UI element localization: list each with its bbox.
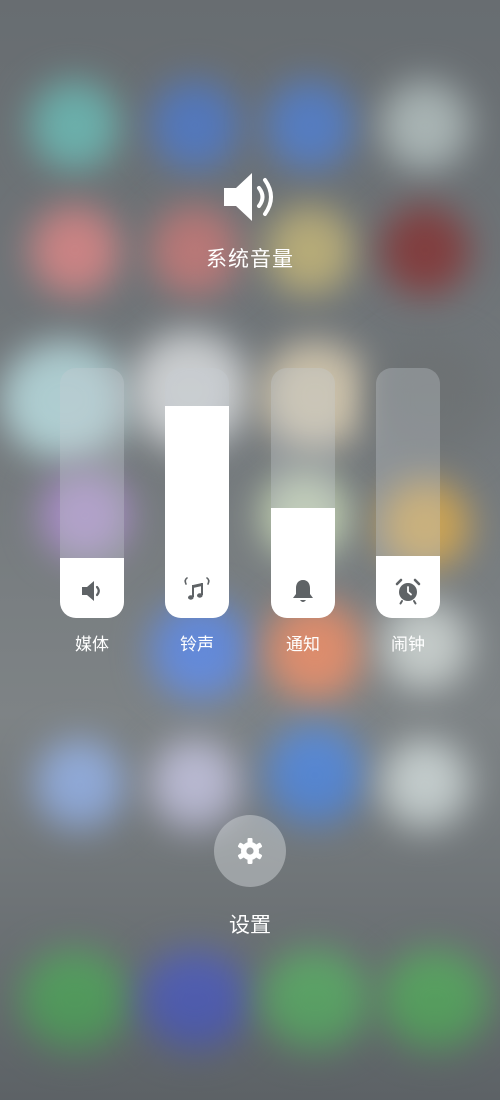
bell-icon <box>293 580 313 602</box>
music-note-icon <box>184 577 210 600</box>
media-volume-label: 媒体 <box>75 635 109 655</box>
panel-title: 系统音量 <box>206 247 294 271</box>
alarm-clock-icon <box>395 578 421 605</box>
notification-volume-label: 通知 <box>286 635 320 655</box>
alarm-volume-label: 闹钟 <box>391 635 425 655</box>
volume-panel: 系统音量 媒体 铃声 通知 闹钟 设置 <box>0 0 500 1100</box>
settings-button[interactable] <box>214 815 286 887</box>
notification-volume-slider[interactable] <box>271 368 335 618</box>
alarm-volume-slider[interactable] <box>376 368 440 618</box>
speaker-icon <box>224 173 273 221</box>
ringtone-volume-slider[interactable] <box>165 368 229 618</box>
ringtone-volume-label: 铃声 <box>180 635 214 655</box>
speaker-icon <box>82 581 100 601</box>
settings-label: 设置 <box>229 913 271 937</box>
gear-icon <box>237 838 263 864</box>
media-volume-slider[interactable] <box>60 368 124 618</box>
